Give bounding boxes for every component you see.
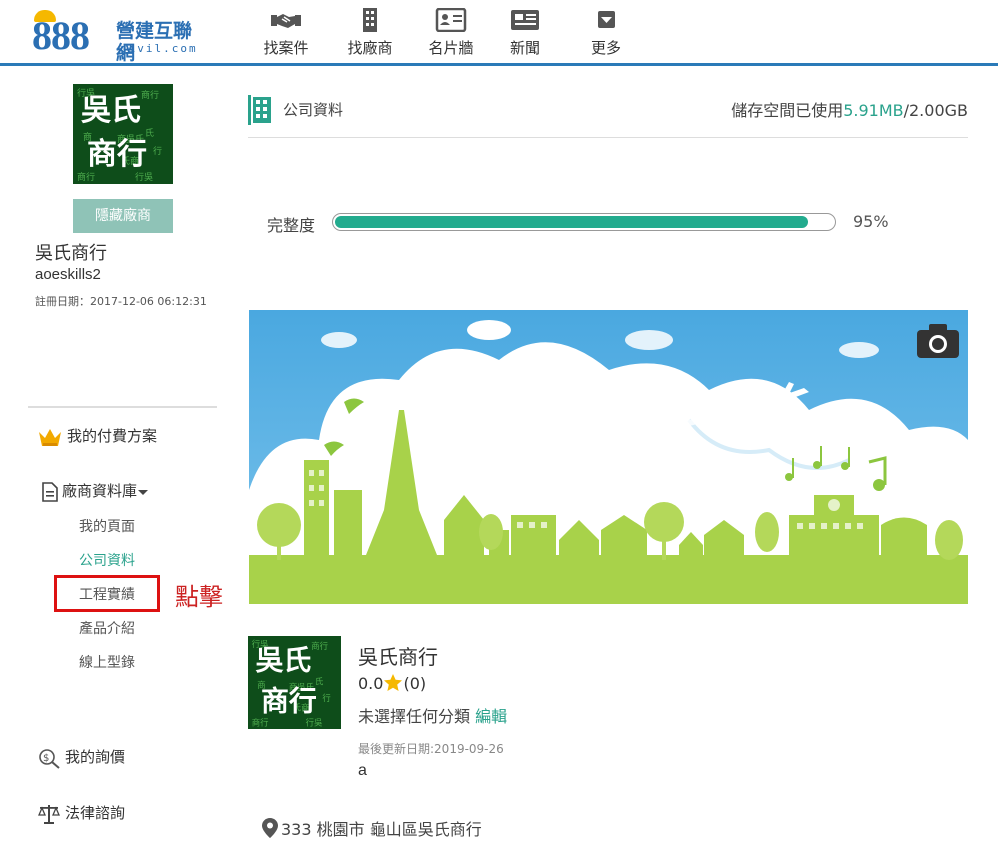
storage-total: /2.00GB	[903, 101, 968, 120]
nav-label: 找廠商	[347, 39, 393, 57]
completeness-percent: 95%	[853, 212, 889, 231]
building-icon	[363, 8, 377, 32]
nav-find-vendors[interactable]: 找廠商	[335, 8, 405, 58]
profile-avatar: 行吳 商行商 氏商吳氏商行 行吳氏商行 吳氏 商行	[248, 636, 341, 729]
nav-label: 更多	[590, 39, 621, 57]
svg-text:行: 行	[153, 145, 162, 157]
sidebar-company-name: 吳氏商行	[35, 243, 107, 264]
top-header: 888 營建互聯網 civil.com 找案件 找廠商 名片牆 新聞 更多	[0, 0, 998, 66]
site-logo[interactable]: 888 營建互聯網 civil.com	[32, 10, 202, 64]
caret-down-icon	[138, 489, 149, 495]
profile-company-name: 吳氏商行	[358, 645, 438, 669]
document-icon	[42, 481, 58, 502]
sidebar-item-label: 法律諮詢	[65, 804, 126, 822]
sidebar-item-my-inquiry[interactable]: $ 我的詢價	[37, 746, 125, 769]
svg-text:行: 行	[322, 693, 330, 703]
crown-icon	[39, 428, 61, 446]
rating-score: 0.0	[358, 674, 384, 693]
star-icon	[384, 674, 403, 691]
nav-label: 名片牆	[428, 39, 474, 57]
camera-icon[interactable]	[917, 322, 959, 360]
cover-banner-image	[249, 310, 968, 604]
progress-fill	[335, 216, 808, 228]
nav-news[interactable]: 新聞	[490, 8, 560, 58]
register-date: 註冊日期：2017-12-06 06:12:31	[35, 295, 207, 308]
svg-text:行吳: 行吳	[135, 171, 153, 183]
business-card-icon	[435, 8, 467, 32]
sidebar-subitem-product-intro[interactable]: 產品介紹	[79, 618, 135, 638]
category-line: 未選擇任何分類 編輯	[358, 703, 507, 727]
inquiry-icon: $	[39, 748, 60, 769]
svg-text:商行: 商行	[77, 171, 95, 183]
sidebar-item-label: 廠商資料庫	[62, 482, 138, 500]
category-text: 未選擇任何分類	[358, 707, 471, 726]
newspaper-icon	[511, 10, 539, 30]
nav-card-wall[interactable]: 名片牆	[416, 8, 486, 58]
location-pin-icon	[262, 818, 278, 838]
click-annotation: 點擊	[175, 583, 223, 611]
sidebar-subitem-my-page[interactable]: 我的頁面	[79, 516, 135, 536]
avatar-text-line2: 商行	[87, 137, 147, 172]
address-line: 333 桃園市 龜山區吳氏商行	[262, 816, 482, 840]
svg-text:商行: 商行	[311, 641, 328, 651]
building-section-icon	[248, 95, 271, 125]
nav-label: 找案件	[263, 39, 309, 57]
svg-text:行吳: 行吳	[306, 717, 323, 727]
sidebar-item-vendor-database[interactable]: 廠商資料庫	[42, 480, 149, 502]
section-title: 公司資料	[283, 101, 344, 119]
avatar-text-line1: 吳氏	[81, 93, 141, 128]
sidebar-item-paid-plan[interactable]: 我的付費方案	[37, 425, 157, 448]
rating-count: (0)	[403, 674, 427, 693]
sidebar-divider	[28, 406, 217, 408]
svg-text:商行: 商行	[141, 89, 159, 101]
nav-find-cases[interactable]: 找案件	[251, 8, 321, 58]
avatar-text-line2: 商行	[261, 684, 317, 717]
completeness-label: 完整度	[267, 216, 316, 235]
section-divider	[248, 137, 968, 138]
highlight-box	[54, 575, 160, 612]
dropdown-box-icon	[598, 11, 615, 28]
svg-text:商行: 商行	[252, 717, 269, 727]
sidebar-item-label: 我的詢價	[65, 748, 126, 766]
scales-icon	[38, 804, 60, 824]
nav-more[interactable]: 更多	[571, 8, 641, 58]
svg-text:$: $	[43, 753, 49, 764]
nav-label: 新聞	[509, 39, 540, 57]
storage-usage: 儲存空間已使用5.91MB/2.00GB	[731, 97, 968, 121]
company-avatar: 行吳 商行商 氏商吳氏商行 行吳氏商行 吳氏 商行	[73, 84, 173, 184]
address-text: 333 桃園市 龜山區吳氏商行	[281, 820, 482, 839]
completeness-progress-bar	[332, 213, 836, 231]
storage-used: 5.91MB	[843, 101, 904, 120]
hide-vendor-button[interactable]: 隱藏廠商	[73, 199, 173, 233]
storage-prefix: 儲存空間已使用	[731, 101, 844, 120]
last-updated: 最後更新日期:2019-09-26	[358, 742, 504, 756]
sidebar-username: aoeskills2	[35, 266, 101, 283]
rating: 0.0 (0)	[358, 673, 426, 693]
company-description: a	[358, 762, 367, 779]
sidebar-subitem-company-info[interactable]: 公司資料	[79, 550, 135, 570]
sidebar-item-label: 我的付費方案	[67, 427, 158, 445]
logo-domain: civil.com	[120, 42, 198, 55]
logo-number: 888	[32, 13, 90, 58]
avatar-text-line1: 吳氏	[255, 643, 311, 676]
sidebar-item-legal[interactable]: 法律諮詢	[37, 802, 125, 825]
edit-category-link[interactable]: 編輯	[475, 707, 507, 726]
handshake-icon	[271, 14, 301, 28]
sidebar-subitem-online-catalog[interactable]: 線上型錄	[79, 652, 135, 672]
